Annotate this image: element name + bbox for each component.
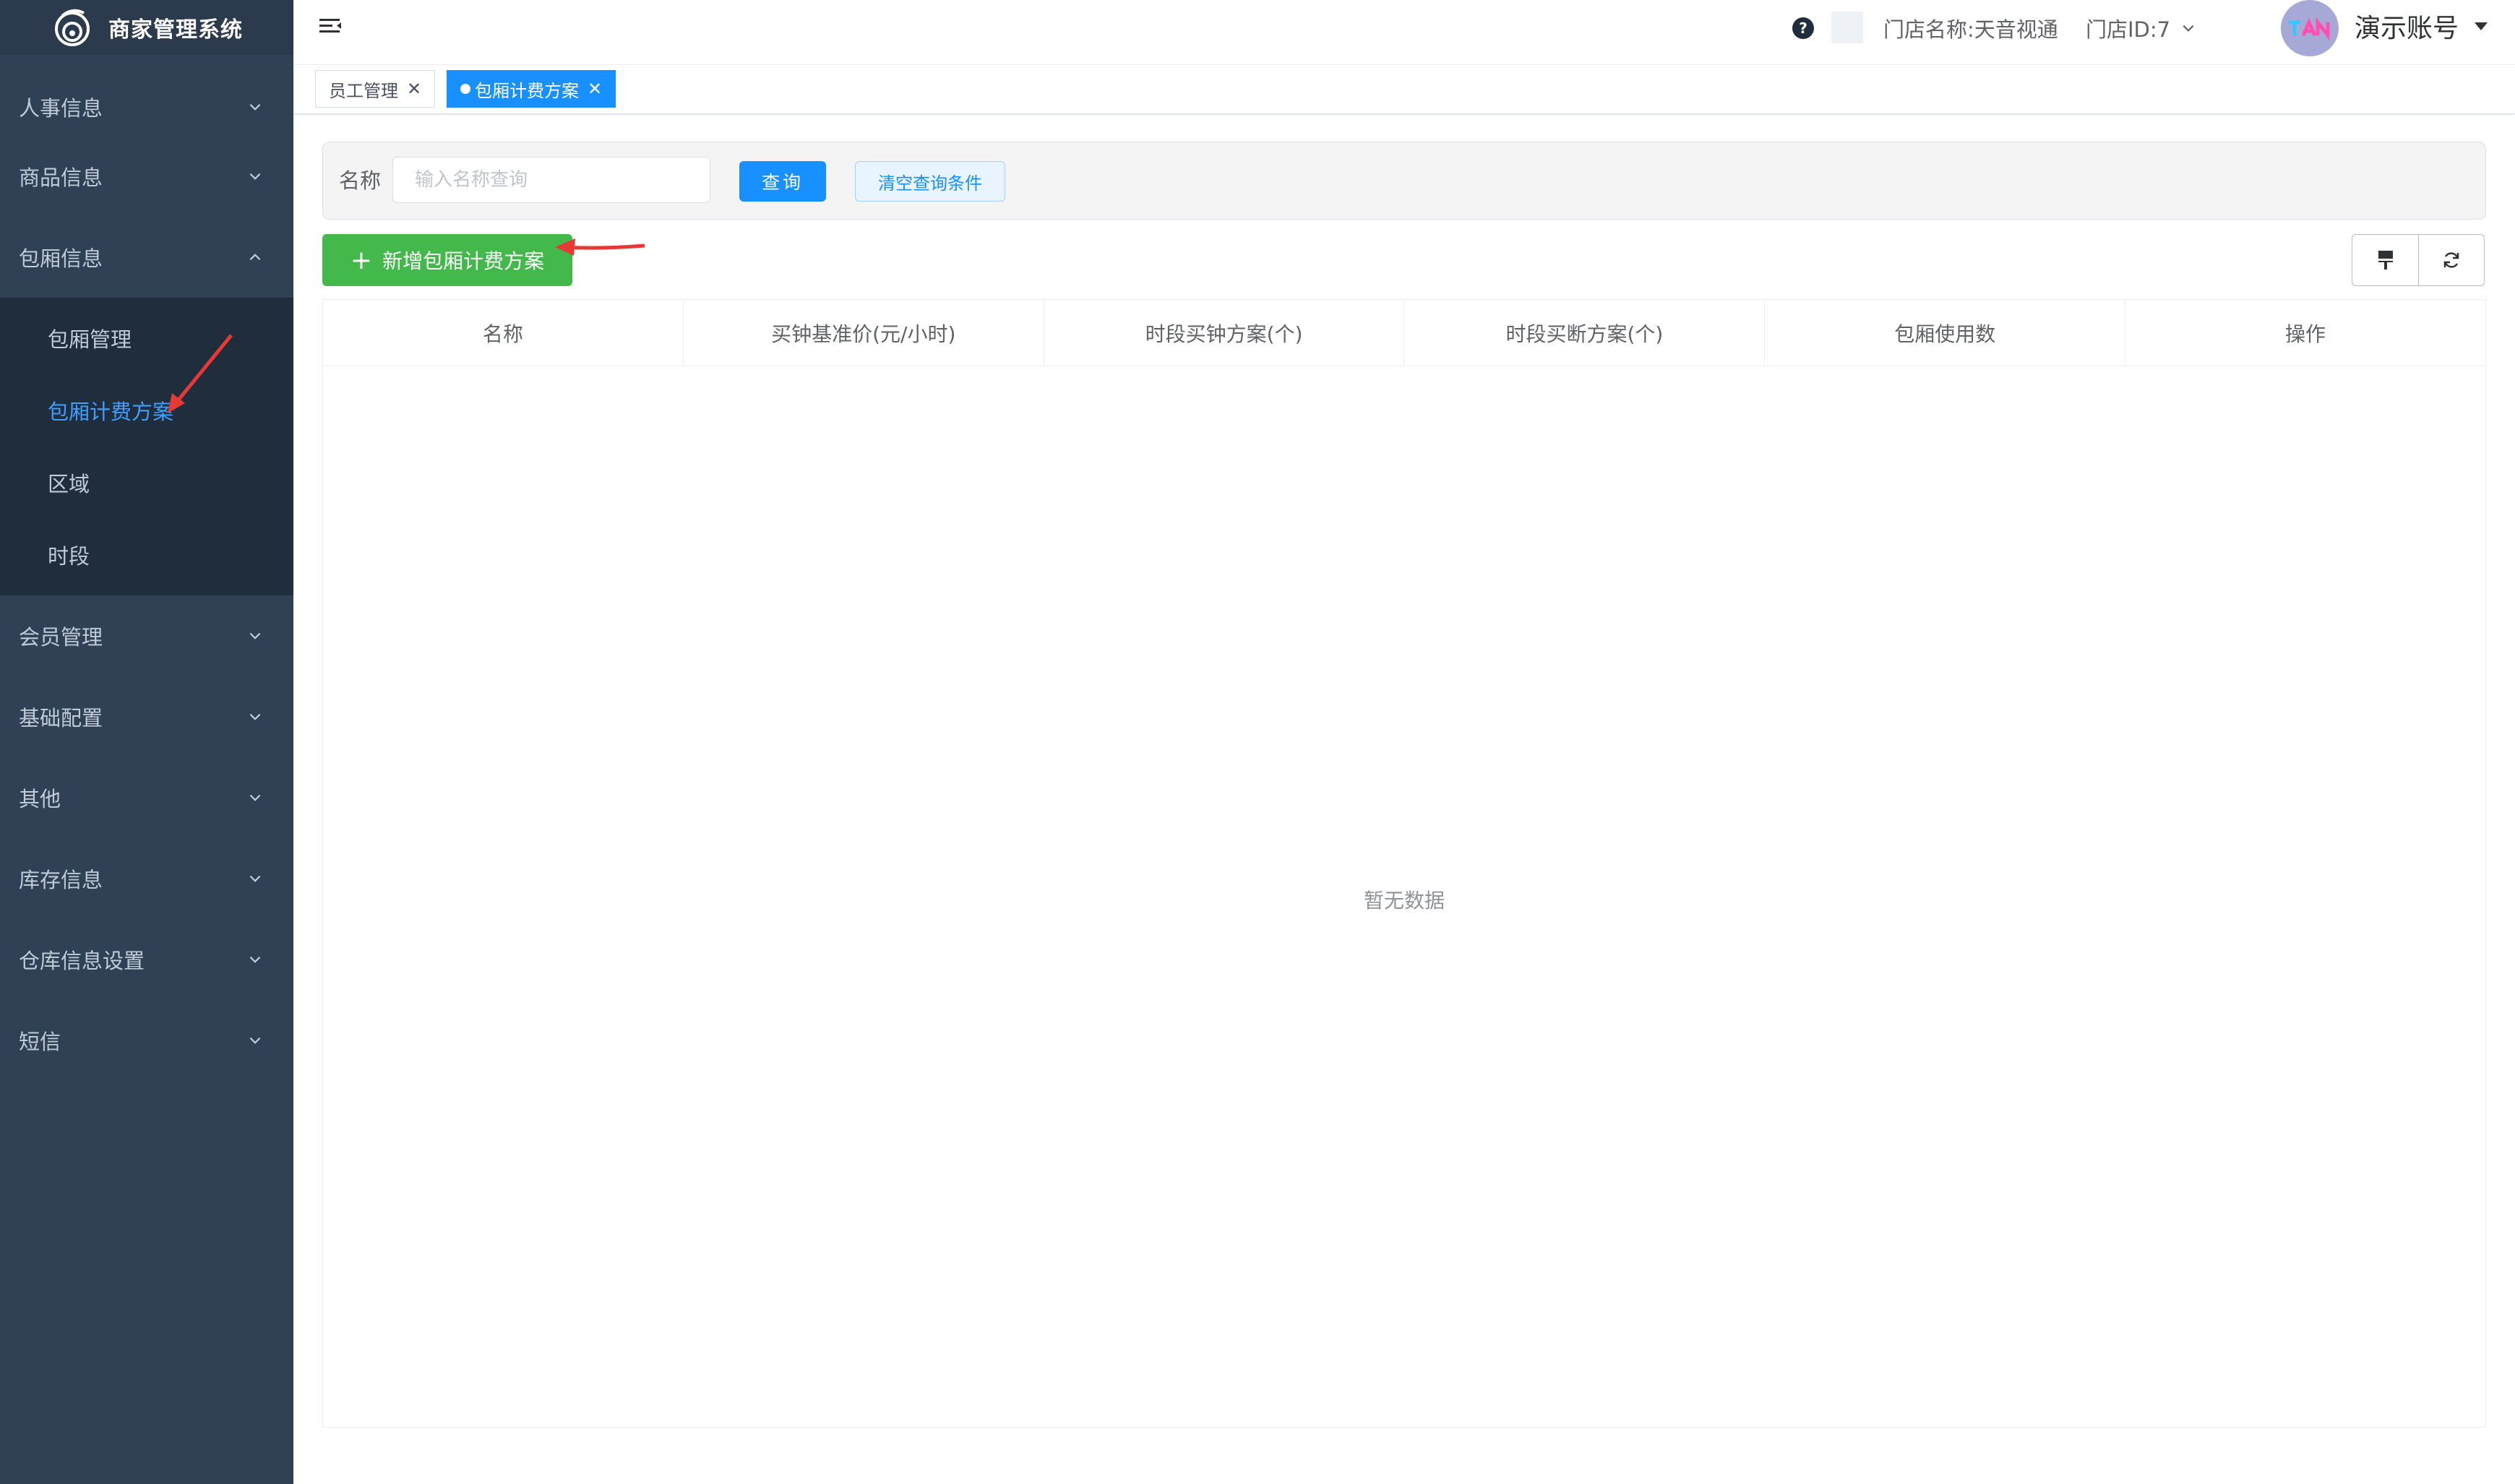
tab-room-billing[interactable]: 包厢计费方案 ✕ bbox=[447, 70, 616, 108]
chevron-down-icon bbox=[249, 794, 261, 801]
menu-label: 包厢信息 bbox=[19, 246, 103, 271]
sidebar-item-timeslot[interactable]: 时段 bbox=[0, 519, 293, 591]
chevron-up-icon bbox=[249, 254, 261, 261]
sidebar-item-room-billing[interactable]: 包厢计费方案 bbox=[0, 374, 293, 447]
search-label: 名称 bbox=[339, 168, 382, 193]
store-id-dropdown[interactable]: 门店ID:7 bbox=[2086, 13, 2196, 43]
brush-icon bbox=[2378, 251, 2393, 269]
chevron-down-icon bbox=[249, 713, 261, 720]
column-header-actions: 操作 bbox=[2285, 322, 2326, 346]
menu-label: 商品信息 bbox=[19, 165, 103, 190]
search-panel: 名称 查询 清空查询条件 bbox=[322, 142, 2486, 220]
submenu-rooms: 包厢管理 包厢计费方案 区域 时段 bbox=[0, 298, 293, 595]
chevron-down-icon bbox=[249, 632, 261, 639]
tab-employee-management[interactable]: 员工管理 ✕ bbox=[315, 70, 436, 108]
toggle-search-button[interactable] bbox=[2352, 234, 2418, 286]
fullscreen-button[interactable] bbox=[1831, 12, 1863, 43]
sidebar-item-room-management[interactable]: 包厢管理 bbox=[0, 302, 293, 374]
menu-item-other[interactable]: 其他 bbox=[0, 757, 293, 838]
add-button-label: 新增包厢计费方案 bbox=[382, 249, 545, 273]
tab-label: 包厢计费方案 bbox=[475, 80, 579, 101]
clear-query-button[interactable]: 清空查询条件 bbox=[855, 161, 1005, 202]
store-name: 门店名称:天音视通 bbox=[1883, 17, 2058, 42]
caret-down-icon bbox=[2475, 22, 2488, 30]
close-icon[interactable]: ✕ bbox=[588, 79, 602, 99]
hamburger-icon[interactable] bbox=[318, 14, 344, 40]
help-icon[interactable]: ? bbox=[1792, 17, 1814, 39]
query-button[interactable]: 查询 bbox=[739, 161, 826, 202]
close-icon[interactable]: ✕ bbox=[407, 79, 421, 99]
table-header: 名称 买钟基准价(元/小时) 时段买钟方案(个) 时段买断方案(个) 包厢使用数… bbox=[323, 300, 2485, 366]
logo: 商家管理系统 bbox=[0, 0, 293, 55]
refresh-button[interactable] bbox=[2418, 234, 2485, 286]
search-input[interactable] bbox=[392, 157, 710, 203]
chevron-down-icon bbox=[249, 173, 261, 180]
add-billing-plan-button[interactable]: + 新增包厢计费方案 bbox=[322, 234, 572, 286]
plus-icon: + bbox=[350, 245, 373, 275]
menu-item-rooms[interactable]: 包厢信息 bbox=[0, 217, 293, 298]
column-header-room-usage: 包厢使用数 bbox=[1765, 300, 2126, 366]
menu-item-sms[interactable]: 短信 bbox=[0, 1000, 293, 1081]
column-header-timeslot-clock-plans: 时段买钟方案(个) bbox=[1044, 300, 1405, 366]
menu-item-warehouse[interactable]: 仓库信息设置 bbox=[0, 919, 293, 1000]
avatar-logo-icon bbox=[2289, 17, 2330, 41]
tags-bar: 员工管理 ✕ 包厢计费方案 ✕ bbox=[293, 65, 2515, 114]
menu-label: 库存信息 bbox=[19, 868, 103, 892]
chevron-down-icon bbox=[249, 956, 261, 963]
chevron-down-icon bbox=[249, 875, 261, 882]
column-header-base-price: 买钟基准价(元/小时) bbox=[684, 300, 1044, 366]
chevron-down-icon bbox=[249, 1037, 261, 1044]
menu-label: 基础配置 bbox=[19, 706, 103, 730]
menu-item-goods[interactable]: 商品信息 bbox=[0, 136, 293, 217]
active-dot-icon bbox=[460, 84, 470, 94]
account-name: 演示账号 bbox=[2355, 14, 2459, 43]
table-tools bbox=[2352, 234, 2485, 286]
refresh-icon bbox=[2443, 252, 2459, 268]
menu-label: 仓库信息设置 bbox=[19, 949, 145, 973]
app-title: 商家管理系统 bbox=[108, 17, 243, 43]
billing-plan-table: 名称 买钟基准价(元/小时) 时段买钟方案(个) 时段买断方案(个) 包厢使用数… bbox=[322, 299, 2486, 1428]
sidebar: 商家管理系统 人事信息 商品信息 包厢信息 包厢管理 包厢计费方案 区域 时段 … bbox=[0, 0, 293, 1484]
menu-item-inventory[interactable]: 库存信息 bbox=[0, 838, 293, 919]
menu-label: 人事信息 bbox=[19, 96, 103, 121]
menu-label: 其他 bbox=[19, 787, 61, 811]
chevron-down-icon bbox=[2183, 25, 2194, 32]
column-header-timeslot-buyout-plans: 时段买断方案(个) bbox=[1404, 300, 1766, 366]
menu-label: 短信 bbox=[19, 1030, 61, 1054]
sidebar-item-area[interactable]: 区域 bbox=[0, 447, 293, 519]
header: ? 门店名称:天音视通 门店ID:7 演示账号 bbox=[293, 0, 2515, 65]
empty-state-text: 暂无数据 bbox=[1363, 889, 1445, 913]
account-menu[interactable]: 演示账号 bbox=[2355, 7, 2488, 45]
menu-item-hr[interactable]: 人事信息 bbox=[0, 78, 293, 136]
store-id-label: 门店ID:7 bbox=[2086, 17, 2171, 42]
tab-label: 员工管理 bbox=[329, 80, 398, 101]
avatar[interactable] bbox=[2281, 0, 2339, 56]
menu-label: 会员管理 bbox=[19, 625, 103, 650]
column-header-name: 名称 bbox=[323, 300, 684, 366]
chevron-down-icon bbox=[249, 103, 261, 111]
menu-item-members[interactable]: 会员管理 bbox=[0, 595, 293, 676]
menu-item-basic-config[interactable]: 基础配置 bbox=[0, 676, 293, 757]
logo-icon bbox=[55, 9, 90, 46]
